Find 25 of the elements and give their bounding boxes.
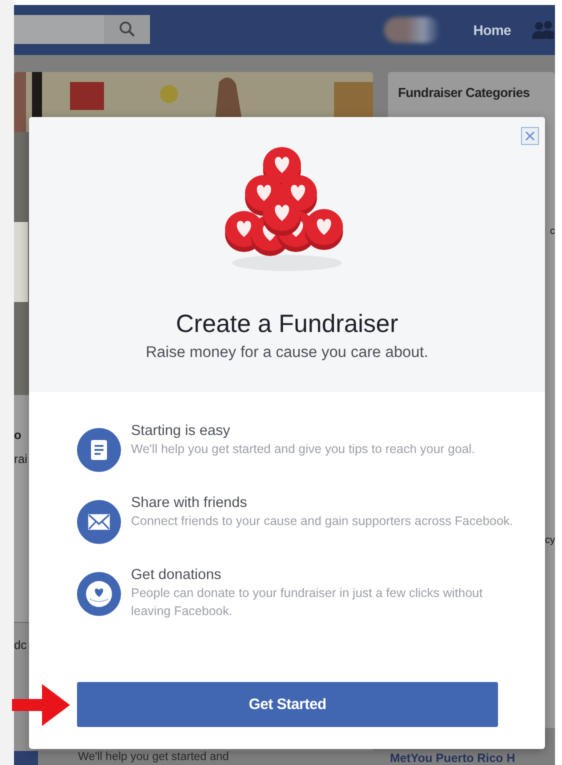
- close-icon[interactable]: [525, 131, 535, 141]
- feature-title: Share with friends: [131, 494, 248, 512]
- close-button[interactable]: [521, 127, 539, 145]
- profile-avatar[interactable]: [384, 17, 440, 43]
- post-text: We'll help you get started and: [78, 751, 229, 764]
- document-icon: [77, 428, 121, 472]
- feature-description: We'll help you get started and give you tips to reach your goal.: [131, 441, 476, 458]
- post-bar: [14, 751, 38, 765]
- feature-title: Get donations: [131, 566, 222, 584]
- feature-description: People can donate to your fundraiser in just a few clicks without leaving Facebook.: [131, 585, 484, 620]
- sidebar-text: c: [550, 226, 555, 237]
- feature-title: Starting is easy: [131, 422, 232, 440]
- sidebar-link[interactable]: MetYou Puerto Rico H: [388, 752, 555, 765]
- search-icon[interactable]: [119, 21, 135, 37]
- sidebar-title: Fundraiser Categories: [398, 85, 531, 100]
- arrow-icon: [12, 684, 70, 726]
- sidebar-text: cy: [545, 535, 555, 546]
- post-text: o: [14, 427, 22, 443]
- envelope-icon: [77, 500, 121, 544]
- search-field[interactable]: [14, 14, 150, 44]
- get-started-button[interactable]: Get Started: [77, 682, 498, 727]
- home-link[interactable]: Home: [473, 22, 511, 38]
- post-text: rai: [14, 451, 28, 467]
- feature-description: Connect friends to your cause and gain supporters across Facebook.: [131, 513, 514, 530]
- post-text: dc: [14, 637, 27, 653]
